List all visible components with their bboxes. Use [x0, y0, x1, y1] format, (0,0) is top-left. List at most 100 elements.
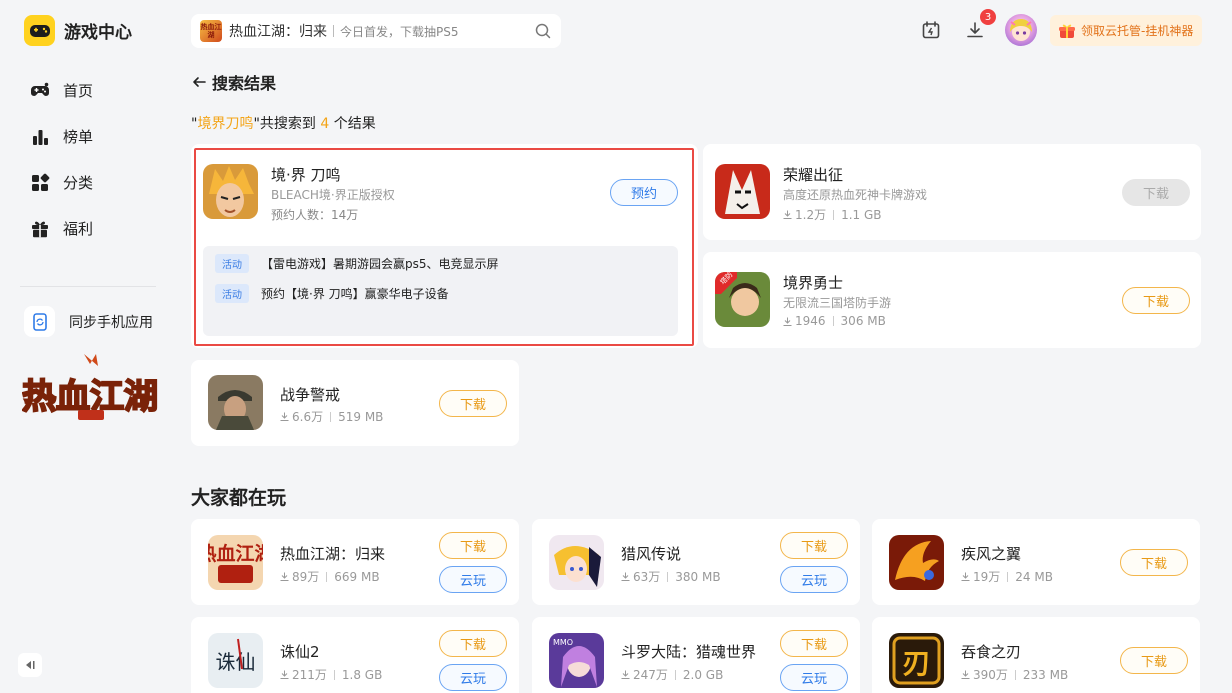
cloud-play-button[interactable]: 云玩 — [439, 566, 507, 593]
game-size: 669 MB — [334, 569, 380, 584]
download-count: 63万 — [633, 570, 661, 584]
game-size: 519 MB — [338, 409, 384, 424]
icon-text-line1: 热血江湖 — [208, 542, 263, 565]
search-icon[interactable] — [535, 23, 551, 39]
game-stats: 1.2万 1.1 GB — [783, 206, 882, 223]
download-button[interactable]: 下载 — [439, 390, 507, 417]
download-button[interactable]: 下载 — [780, 532, 848, 559]
download-small-icon — [961, 670, 970, 679]
download-small-icon — [961, 572, 970, 581]
activity-item[interactable]: 活动 预约【境·界 刀鸣】赢豪华电子设备 — [215, 284, 449, 303]
nav-item-category[interactable]: 分类 — [30, 172, 93, 193]
download-button[interactable]: 下载 — [1122, 287, 1190, 314]
search-separator — [333, 25, 334, 37]
game-name[interactable]: 境·界 刀鸣 — [271, 164, 341, 185]
cloud-hosting-button[interactable]: 领取云托管-挂机神器 — [1050, 15, 1202, 46]
nav-label: 首页 — [63, 82, 94, 100]
game-name[interactable]: 疾风之翼 — [961, 543, 1021, 564]
app-logo[interactable]: 游戏中心 — [24, 15, 132, 46]
download-button[interactable]: 下载 — [1120, 647, 1188, 674]
activity-tag: 活动 — [215, 254, 249, 273]
download-button[interactable]: 下载 — [439, 630, 507, 657]
game-size: 306 MB — [840, 314, 886, 328]
download-small-icon — [280, 572, 289, 581]
gift-box-icon — [1059, 24, 1075, 38]
game-description: BLEACH境·界正版授权 — [271, 188, 395, 202]
game-icon: MMO — [549, 633, 604, 688]
nav-item-welfare[interactable]: 福利 — [30, 218, 93, 239]
download-button[interactable]: 下载 — [780, 630, 848, 657]
game-stats: 1946 306 MB — [783, 314, 886, 328]
game-name[interactable]: 热血江湖：归来 — [280, 543, 385, 564]
reservation-count: 预约人数：14万 — [271, 208, 359, 222]
download-small-icon — [280, 412, 289, 421]
search-summary: "境界刀鸣"共搜索到 4 个结果 — [191, 113, 376, 133]
game-name[interactable]: 猎风传说 — [621, 543, 681, 564]
game-name[interactable]: 荣耀出征 — [783, 164, 843, 185]
game-name[interactable]: 斗罗大陆：猎魂世界 — [621, 641, 756, 662]
icon-text: 诛仙 — [216, 650, 256, 674]
promo-game-logo[interactable]: 热血江湖 — [21, 350, 159, 424]
game-size: 1.8 GB — [341, 667, 383, 682]
game-description: 高度还原热血死神卡牌游戏 — [783, 188, 928, 202]
search-game-thumbnail: 热血江湖 — [200, 20, 222, 42]
game-stats: 19万 24 MB — [961, 568, 1053, 585]
download-small-icon — [783, 210, 792, 219]
game-icon: 刃 — [889, 633, 944, 688]
activity-text: 【雷电游戏】暑期游园会赢ps5、电竞显示屏 — [261, 257, 499, 271]
cloud-play-button[interactable]: 云玩 — [780, 566, 848, 593]
game-size: 1.1 GB — [841, 207, 882, 222]
cloud-play-button[interactable]: 云玩 — [780, 664, 848, 691]
sync-label: 同步手机应用 — [69, 314, 153, 331]
download-count-badge: 3 — [980, 9, 996, 25]
search-hint: 今日首发，下载抽PS5 — [340, 24, 459, 39]
download-count: 247万 — [633, 668, 668, 682]
download-count: 6.6万 — [292, 410, 324, 424]
sidebar-collapse-button[interactable] — [18, 653, 42, 677]
game-icon: 诛仙 — [208, 633, 263, 688]
download-count: 19万 — [973, 570, 1001, 584]
summary-mid: "共搜索到 — [253, 116, 321, 132]
game-icon: 塔防 — [715, 272, 770, 327]
summary-suffix: 个结果 — [329, 116, 376, 132]
collapse-icon — [26, 661, 35, 669]
download-small-icon — [783, 317, 792, 326]
download-button[interactable]: 下载 — [1120, 549, 1188, 576]
game-name[interactable]: 境界勇士 — [783, 272, 843, 293]
reserve-button[interactable]: 预约 — [610, 179, 678, 206]
search-query: 境界刀鸣 — [197, 116, 254, 132]
search-game-name: 热血江湖：归来 — [229, 24, 327, 40]
search-bar[interactable]: 热血江湖 热血江湖：归来 今日首发，下载抽PS5 — [191, 14, 561, 48]
section-title-popular: 大家都在玩 — [191, 487, 287, 509]
game-size: 24 MB — [1015, 569, 1053, 584]
download-button-disabled[interactable]: 下载 — [1122, 179, 1190, 206]
game-stats: 211万 1.8 GB — [280, 666, 382, 683]
game-name[interactable]: 吞食之刃 — [961, 641, 1021, 662]
sidebar-divider — [20, 286, 156, 287]
game-name[interactable]: 诛仙2 — [280, 641, 320, 662]
cloud-play-button[interactable]: 云玩 — [439, 664, 507, 691]
calendar-button[interactable] — [920, 19, 942, 41]
sync-phone-apps[interactable]: 同步手机应用 — [24, 306, 153, 337]
activity-item[interactable]: 活动 【雷电游戏】暑期游园会赢ps5、电竞显示屏 — [215, 254, 499, 273]
download-count: 390万 — [973, 668, 1008, 682]
nav-item-rank[interactable]: 榜单 — [30, 126, 93, 147]
back-button[interactable]: 搜索结果 — [191, 70, 276, 94]
nav-label: 榜单 — [63, 128, 94, 146]
download-count: 1.2万 — [795, 208, 827, 222]
nav-label: 福利 — [63, 220, 94, 238]
download-count: 1946 — [795, 314, 826, 328]
phone-sync-icon — [24, 306, 55, 337]
nav-item-home[interactable]: 首页 — [30, 80, 93, 101]
user-avatar[interactable] — [1005, 14, 1037, 46]
gift-icon — [32, 221, 48, 237]
search-thumb-text: 热血江湖 — [200, 23, 222, 39]
download-small-icon — [621, 670, 630, 679]
game-name[interactable]: 战争警戒 — [280, 384, 340, 405]
game-icon — [715, 164, 770, 219]
gamepad-logo-icon — [24, 15, 55, 46]
bar-chart-icon — [33, 129, 48, 145]
download-button[interactable]: 下载 — [439, 532, 507, 559]
gamepad-icon — [31, 82, 49, 96]
game-size: 233 MB — [1022, 667, 1069, 682]
